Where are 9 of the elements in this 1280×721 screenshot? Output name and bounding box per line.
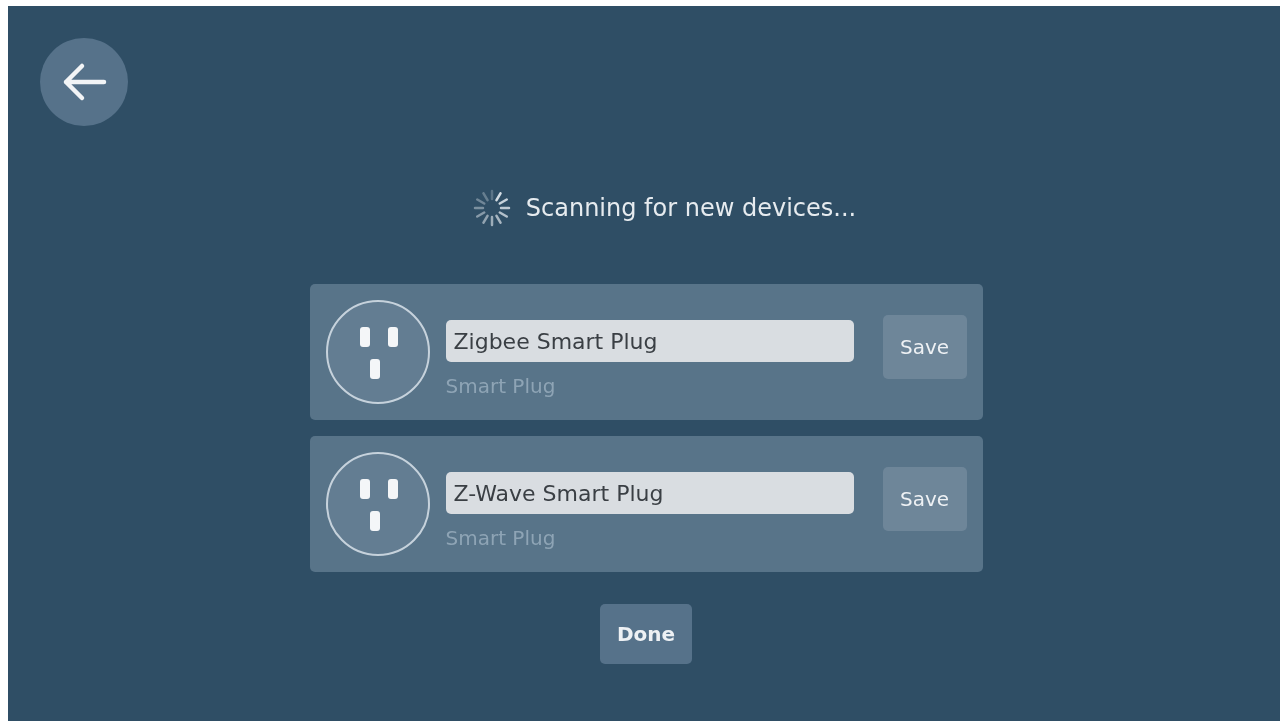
save-button[interactable]: Save [882,467,967,531]
device-name-field[interactable]: Zigbee Smart Plug [445,320,854,362]
done-button[interactable]: Done [600,604,692,664]
loading-spinner-icon [471,188,512,228]
power-outlet-icon [324,299,431,405]
scanning-status-text: Scanning for new devices... [525,194,857,222]
power-outlet-icon [324,451,431,557]
save-button[interactable]: Save [882,315,967,379]
device-name-field[interactable]: Z-Wave Smart Plug [445,472,854,514]
